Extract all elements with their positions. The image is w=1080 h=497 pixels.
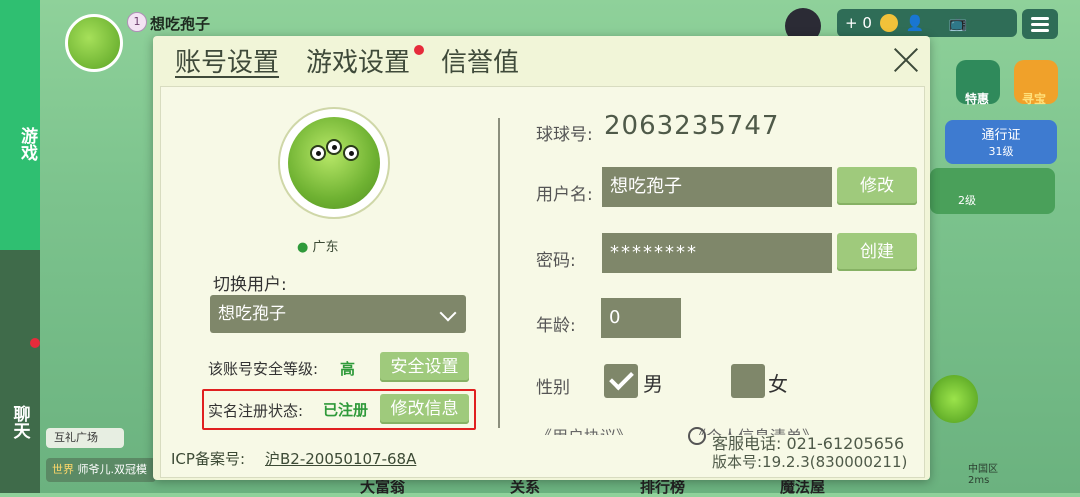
password-field[interactable]: ******** [602,233,832,273]
tab-account-settings[interactable]: 账号设置 [175,42,279,79]
location-label: ● 广东 [297,240,339,255]
gender-label: 性别 [536,378,570,398]
avatar-image [288,117,380,209]
edit-username-button[interactable]: 修改 [837,167,917,205]
coin-count[interactable]: + 0 [845,14,872,32]
username-label: 用户名: [536,185,593,205]
player-name: 想吃孢子 [150,15,211,33]
coin-icon [879,14,898,32]
qq-id-value: 2063235747 [604,111,780,141]
tab-credit[interactable]: 信誉值 [441,42,519,79]
icp-link[interactable]: 沪B2-20050107-68A [265,448,416,469]
level-badge: 1 [127,12,147,32]
pvz-level: 2级 [958,194,976,207]
world-message: 师爷儿.双冠模 [77,463,148,476]
menu-button[interactable] [1022,9,1058,39]
ping-label: 2ms [968,475,990,486]
battle-pass-label: 通行证 [981,128,1021,143]
password-label: 密码: [536,251,576,271]
gift-plaza-chip[interactable]: 互礼广场 [46,428,124,448]
male-label: 男 [643,372,663,396]
edit-info-button[interactable]: 修改信息 [380,394,469,424]
icp-label: ICP备案号: [171,450,245,468]
age-field[interactable]: 0 [601,298,681,338]
pvz-tile[interactable]: 2级 [930,168,1055,214]
user-select[interactable]: 想吃孢子 [210,295,466,333]
peashooter-icon[interactable] [930,375,978,423]
female-label: 女 [768,372,788,396]
notification-dot [414,45,424,55]
player-avatar[interactable] [65,14,123,72]
tv-icon[interactable]: 📺 [949,14,968,32]
world-tag: 世界 [52,463,74,476]
switch-user-label: 切换用户: [213,275,287,295]
security-level-label: 该账号安全等级: [208,360,319,378]
tab-game-settings[interactable]: 游戏设置 [306,42,410,79]
version-label: 版本号:19.2.3(830000211) [712,453,908,471]
check-icon [609,365,634,391]
special-offer-label: 特惠 [965,92,990,106]
realname-status-label: 实名注册状态: [208,402,304,420]
age-label: 年龄: [536,316,576,336]
male-checkbox[interactable] [604,364,638,398]
tab-chat[interactable]: 聊天 [0,405,40,493]
headset-icon [688,427,706,445]
battle-pass-level: 31级 [988,145,1014,158]
security-level-value: 高 [340,360,356,378]
security-settings-button[interactable]: 安全设置 [380,352,469,382]
location-pin-icon: ● [297,240,309,255]
female-checkbox[interactable] [731,364,765,398]
add-friend-icon[interactable]: 👤 [906,14,925,32]
top-bar: + 0 👤 📺 [837,9,1017,37]
tab-game[interactable]: 游戏 [0,0,40,250]
realname-status-value: 已注册 [323,401,369,419]
region-label: 中国区 [968,464,998,475]
world-chat-line[interactable]: 世界 师爷儿.双冠模 [46,458,156,482]
qq-id-label: 球球号: [536,125,593,145]
close-icon[interactable] [890,44,922,76]
chevron-down-icon [439,304,457,322]
treasure-label: 寻宝 [1022,92,1047,106]
battle-pass-button[interactable]: 通行证 31级 [945,120,1057,164]
user-agreement-link[interactable]: 《用户协议》 [536,423,632,435]
divider [498,118,500,428]
menu-icon [1031,17,1049,20]
notification-dot [30,338,40,348]
username-field[interactable]: 想吃孢子 [602,167,832,207]
create-password-button[interactable]: 创建 [837,233,917,271]
